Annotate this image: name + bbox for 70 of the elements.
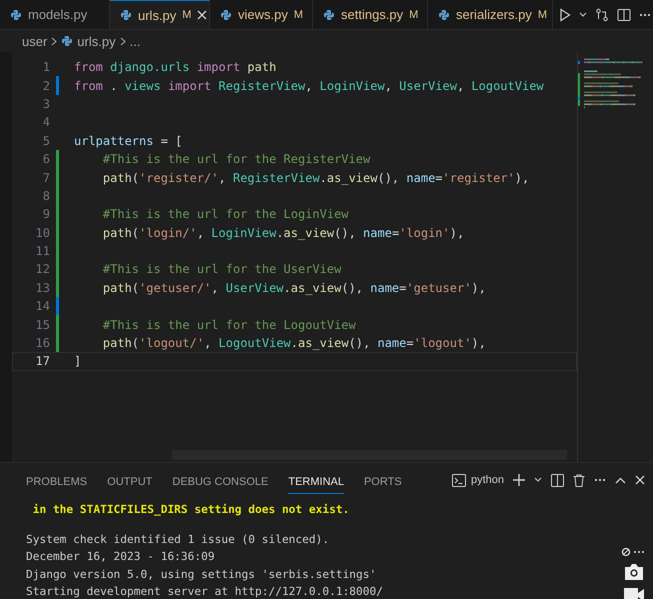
- python-file-icon: [10, 8, 22, 20]
- line-number: 9: [42, 207, 50, 222]
- line-number: 1: [42, 60, 50, 74]
- line-number: 16: [34, 336, 50, 350]
- line-number: 2: [42, 78, 50, 93]
- run-icon[interactable]: [559, 8, 571, 22]
- chevron-down-icon[interactable]: [579, 12, 587, 18]
- chevron-right-icon: [120, 36, 126, 46]
- panel-tab[interactable]: PORTS: [364, 466, 402, 494]
- breadcrumb-item[interactable]: urls.py: [77, 34, 116, 48]
- trash-icon[interactable]: [573, 474, 585, 486]
- line-number: 6: [42, 152, 50, 166]
- panel-tab[interactable]: OUTPUT: [107, 466, 152, 494]
- chevron-up-icon[interactable]: [615, 476, 626, 484]
- line-number: 12: [34, 262, 50, 276]
- video-icon[interactable]: [623, 587, 645, 599]
- code-line: #This is the url for the LoginView: [102, 207, 349, 222]
- breadcrumb-item[interactable]: ...: [130, 34, 140, 48]
- code-line: #This is the url for the RegisterView: [102, 152, 370, 166]
- line-number: 4: [42, 115, 50, 130]
- editor-tab[interactable]: urls.py M: [110, 0, 210, 29]
- code-line: urlpatterns = [: [74, 134, 182, 148]
- line-number: 11: [34, 244, 50, 258]
- line-number: 13: [34, 280, 50, 295]
- code-line: path('logout/', LogoutView.as_view(), name='logout'),: [102, 336, 486, 350]
- split-editor-icon[interactable]: [617, 8, 631, 22]
- code-line: from . views import RegisterView, LoginView, UserView, LogoutView: [74, 78, 544, 93]
- line-number: 15: [34, 318, 50, 332]
- line-number: 8: [42, 188, 50, 203]
- code-line: path('register/', RegisterView.as_view(), name='register'),: [102, 170, 530, 185]
- line-number: 10: [34, 226, 50, 240]
- more-icon[interactable]: [594, 478, 606, 482]
- code-line: from django.urls import path: [74, 60, 276, 74]
- code-line: path('login/', LoginView.as_view(), name='login'),: [102, 226, 464, 240]
- python-file-icon: [61, 35, 74, 47]
- python-file-icon: [438, 8, 450, 20]
- more-icon[interactable]: [639, 12, 651, 16]
- link-icon[interactable]: [621, 547, 647, 557]
- code-line: #This is the url for the UserView: [102, 262, 342, 276]
- change-marker: [56, 76, 59, 95]
- terminal-line: in the STATICFILES_DIRS setting does not exist.: [32, 502, 350, 518]
- close-icon[interactable]: [197, 10, 208, 20]
- chevron-down-icon[interactable]: [534, 477, 542, 483]
- line-number: 14: [34, 299, 50, 314]
- terminal-name[interactable]: python: [470, 474, 504, 486]
- camera-icon[interactable]: [623, 563, 645, 581]
- breadcrumb-item[interactable]: user: [22, 34, 48, 48]
- panel-tab[interactable]: TERMINAL: [288, 466, 344, 494]
- terminal-line: Starting development server at http://127.0.0.1:8000/: [26, 584, 383, 599]
- line-number: 5: [42, 134, 50, 148]
- compare-icon[interactable]: [595, 8, 609, 22]
- terminal-line: Django version 5.0, using settings 'serbis.settings': [26, 566, 376, 583]
- code-line: ]: [74, 354, 82, 368]
- split-terminal-icon[interactable]: [551, 474, 564, 486]
- terminal-icon: [452, 474, 466, 486]
- panel-tab[interactable]: DEBUG CONSOLE: [172, 466, 268, 494]
- plus-icon[interactable]: [513, 474, 525, 486]
- python-file-icon: [220, 8, 232, 20]
- line-number: 17: [34, 354, 50, 368]
- panel-tab[interactable]: PROBLEMS: [26, 466, 88, 494]
- line-number: 7: [42, 170, 50, 185]
- chevron-right-icon: [51, 36, 58, 46]
- python-file-icon: [323, 8, 335, 20]
- code-line: #This is the url for the LogoutView: [102, 318, 356, 332]
- python-file-icon: [120, 9, 132, 21]
- terminal-line: December 16, 2023 - 16:36:09: [26, 549, 215, 566]
- terminal-line: System check identified 1 issue (0 silenced).: [26, 532, 330, 548]
- code-line: path('getuser/', UserView.as_view(), name='getuser'),: [102, 280, 486, 295]
- close-icon[interactable]: [635, 475, 645, 485]
- line-number: 3: [42, 96, 50, 111]
